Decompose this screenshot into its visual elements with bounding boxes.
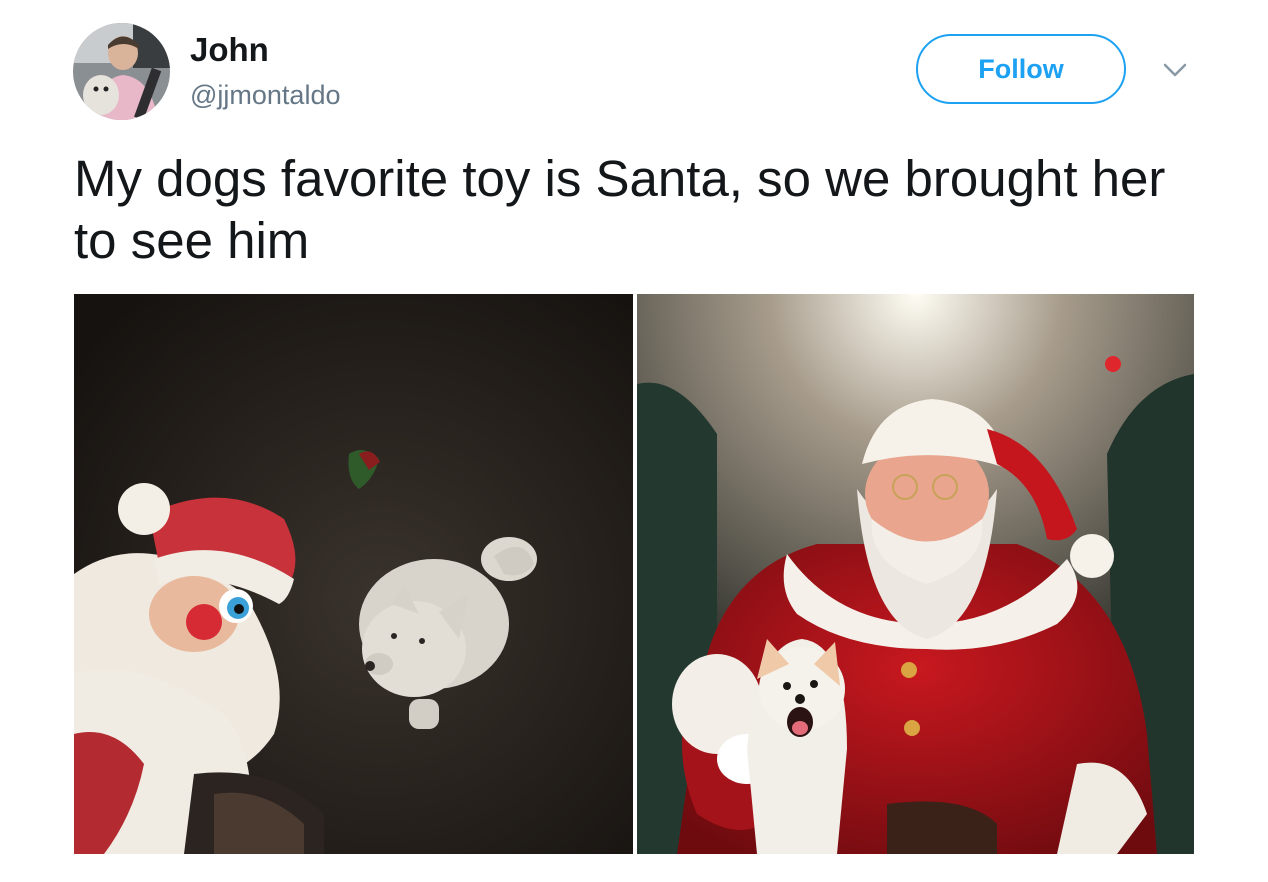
media-grid bbox=[74, 294, 1194, 854]
photo-dog-with-santa-toy[interactable] bbox=[74, 294, 633, 854]
avatar-image bbox=[73, 23, 170, 120]
photo-dog-with-santa[interactable] bbox=[637, 294, 1194, 854]
tweet: John @jjmontaldo Follow My dogs favorite… bbox=[0, 0, 1268, 882]
follow-button[interactable]: Follow bbox=[916, 34, 1126, 104]
chevron-down-icon[interactable] bbox=[1160, 58, 1190, 82]
user-handle[interactable]: @jjmontaldo bbox=[190, 78, 340, 112]
display-name[interactable]: John bbox=[190, 30, 269, 70]
tweet-text: My dogs favorite toy is Santa, so we bro… bbox=[74, 150, 1166, 269]
avatar[interactable] bbox=[73, 23, 170, 120]
